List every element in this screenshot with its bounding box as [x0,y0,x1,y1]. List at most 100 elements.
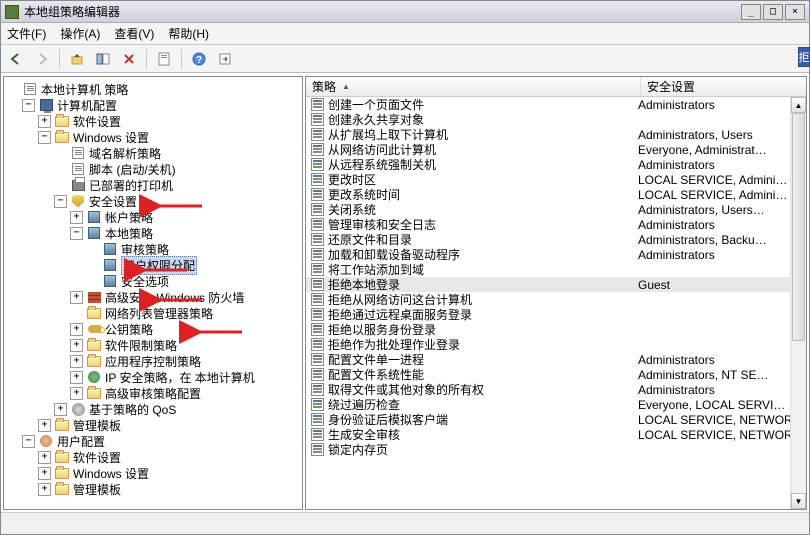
list-row[interactable]: 锁定内存页 [306,442,806,457]
tree-item[interactable]: +管理模板 [6,417,300,433]
list-row[interactable]: 创建永久共享对象 [306,112,806,127]
maximize-button[interactable]: □ [763,4,783,20]
up-button[interactable] [66,48,88,70]
scrollbar[interactable]: ▲ ▼ [790,97,806,509]
policy-icon [310,428,324,442]
collapse-icon[interactable]: − [22,435,35,448]
list-row[interactable]: 拒绝从网络访问这台计算机 [306,292,806,307]
expand-icon[interactable]: + [70,211,83,224]
scroll-down-button[interactable]: ▼ [791,493,806,509]
tree-item[interactable]: +高级安全 Windows 防火墙 [6,289,300,305]
list-row[interactable]: 生成安全审核LOCAL SERVICE, NETWOR… [306,427,806,442]
expand-icon[interactable]: + [38,483,51,496]
tree-item[interactable]: −安全设置 [6,193,300,209]
scroll-track[interactable] [791,113,806,493]
expand-icon[interactable]: + [70,355,83,368]
tree-item[interactable]: 本地计算机 策略 [6,81,300,97]
expand-icon[interactable]: + [70,339,83,352]
tree-item-label: 安全选项 [121,273,169,290]
expand-icon[interactable]: + [54,403,67,416]
tree-item[interactable]: 安全选项 [6,273,300,289]
menu-file[interactable]: 文件(F) [7,25,46,42]
show-hide-tree-button[interactable] [92,48,114,70]
tree-item[interactable]: +高级审核策略配置 [6,385,300,401]
list-body[interactable]: 创建一个页面文件Administrators创建永久共享对象从扩展坞上取下计算机… [306,97,806,509]
tree-item[interactable]: +Windows 设置 [6,465,300,481]
tree-item[interactable]: −计算机配置 [6,97,300,113]
list-row[interactable]: 配置文件系统性能Administrators, NT SE… [306,367,806,382]
column-security[interactable]: 安全设置 [641,77,806,96]
tree-item[interactable]: −本地策略 [6,225,300,241]
tree-item[interactable]: 域名解析策略 [6,145,300,161]
list-row[interactable]: 绕过遍历检查Everyone, LOCAL SERVI… [306,397,806,412]
scroll-thumb[interactable] [792,113,805,341]
list-row[interactable]: 更改时区LOCAL SERVICE, Admini… [306,172,806,187]
comp-icon [38,98,54,112]
minimize-button[interactable]: _ [741,4,761,20]
tree-item[interactable]: 已部署的打印机 [6,177,300,193]
tree-item[interactable]: +公钥策略 [6,321,300,337]
tree-item[interactable]: +基于策略的 QoS [6,401,300,417]
list-row[interactable]: 关闭系统Administrators, Users… [306,202,806,217]
tree-pane[interactable]: 本地计算机 策略−计算机配置+软件设置−Windows 设置域名解析策略脚本 (… [3,76,303,510]
list-row[interactable]: 取得文件或其他对象的所有权Administrators [306,382,806,397]
list-row[interactable]: 拒绝本地登录Guest [306,277,806,292]
policy-icon [310,188,324,202]
list-row[interactable]: 还原文件和目录Administrators, Backu… [306,232,806,247]
list-row[interactable]: 更改系统时间LOCAL SERVICE, Admini… [306,187,806,202]
collapse-icon[interactable]: − [70,227,83,240]
expand-icon[interactable]: + [38,451,51,464]
back-button[interactable] [5,48,27,70]
close-button[interactable]: × [785,4,805,20]
tree-item[interactable]: 脚本 (启动/关机) [6,161,300,177]
tree-item-label: Windows 设置 [73,129,149,146]
tree-item[interactable]: 网络列表管理器策略 [6,305,300,321]
tree-item[interactable]: −用户配置 [6,433,300,449]
tree-item[interactable]: +软件限制策略 [6,337,300,353]
tree-item[interactable]: +管理模板 [6,481,300,497]
list-row[interactable]: 身份验证后模拟客户端LOCAL SERVICE, NETWOR… [306,412,806,427]
list-row[interactable]: 拒绝作为批处理作业登录 [306,337,806,352]
fold-icon [86,354,102,368]
collapse-icon[interactable]: − [54,195,67,208]
content-area: 本地计算机 策略−计算机配置+软件设置−Windows 设置域名解析策略脚本 (… [1,73,809,512]
tree-item[interactable]: − Windows 设置 [6,129,300,145]
tree-item[interactable]: +IP 安全策略，在 本地计算机 [6,369,300,385]
menu-help[interactable]: 帮助(H) [168,25,209,42]
list-row[interactable]: 配置文件单一进程Administrators [306,352,806,367]
expand-icon[interactable]: + [70,387,83,400]
tree-item[interactable]: 用户权限分配 [6,257,300,273]
expand-icon[interactable]: + [70,291,83,304]
tree-item[interactable]: +软件设置 [6,449,300,465]
list-row[interactable]: 加载和卸载设备驱动程序Administrators [306,247,806,262]
expand-icon[interactable]: + [38,115,51,128]
tree-item[interactable]: +应用程序控制策略 [6,353,300,369]
list-row[interactable]: 从远程系统强制关机Administrators [306,157,806,172]
help-button[interactable]: ? [188,48,210,70]
forward-button[interactable] [31,48,53,70]
list-row[interactable]: 创建一个页面文件Administrators [306,97,806,112]
collapse-icon[interactable]: − [38,131,51,144]
security-setting: Administrators [636,383,806,397]
expand-icon[interactable]: + [70,323,83,336]
tree-item[interactable]: +软件设置 [6,113,300,129]
expand-icon[interactable]: + [38,419,51,432]
list-row[interactable]: 将工作站添加到域 [306,262,806,277]
list-row[interactable]: 从网络访问此计算机Everyone, Administrat… [306,142,806,157]
properties-button[interactable] [153,48,175,70]
expand-icon[interactable]: + [70,371,83,384]
delete-button[interactable] [118,48,140,70]
expand-icon[interactable]: + [38,467,51,480]
list-row[interactable]: 管理审核和安全日志Administrators [306,217,806,232]
menu-view[interactable]: 查看(V) [114,25,154,42]
side-chip[interactable]: 拒 [798,47,810,67]
scroll-up-button[interactable]: ▲ [791,97,806,113]
menu-action[interactable]: 操作(A) [60,25,100,42]
list-row[interactable]: 拒绝以服务身份登录 [306,322,806,337]
tree-item[interactable]: +帐户策略 [6,209,300,225]
export-button[interactable] [214,48,236,70]
collapse-icon[interactable]: − [22,99,35,112]
list-row[interactable]: 拒绝通过远程桌面服务登录 [306,307,806,322]
list-row[interactable]: 从扩展坞上取下计算机Administrators, Users [306,127,806,142]
column-policy[interactable]: 策略▲ [306,77,641,96]
